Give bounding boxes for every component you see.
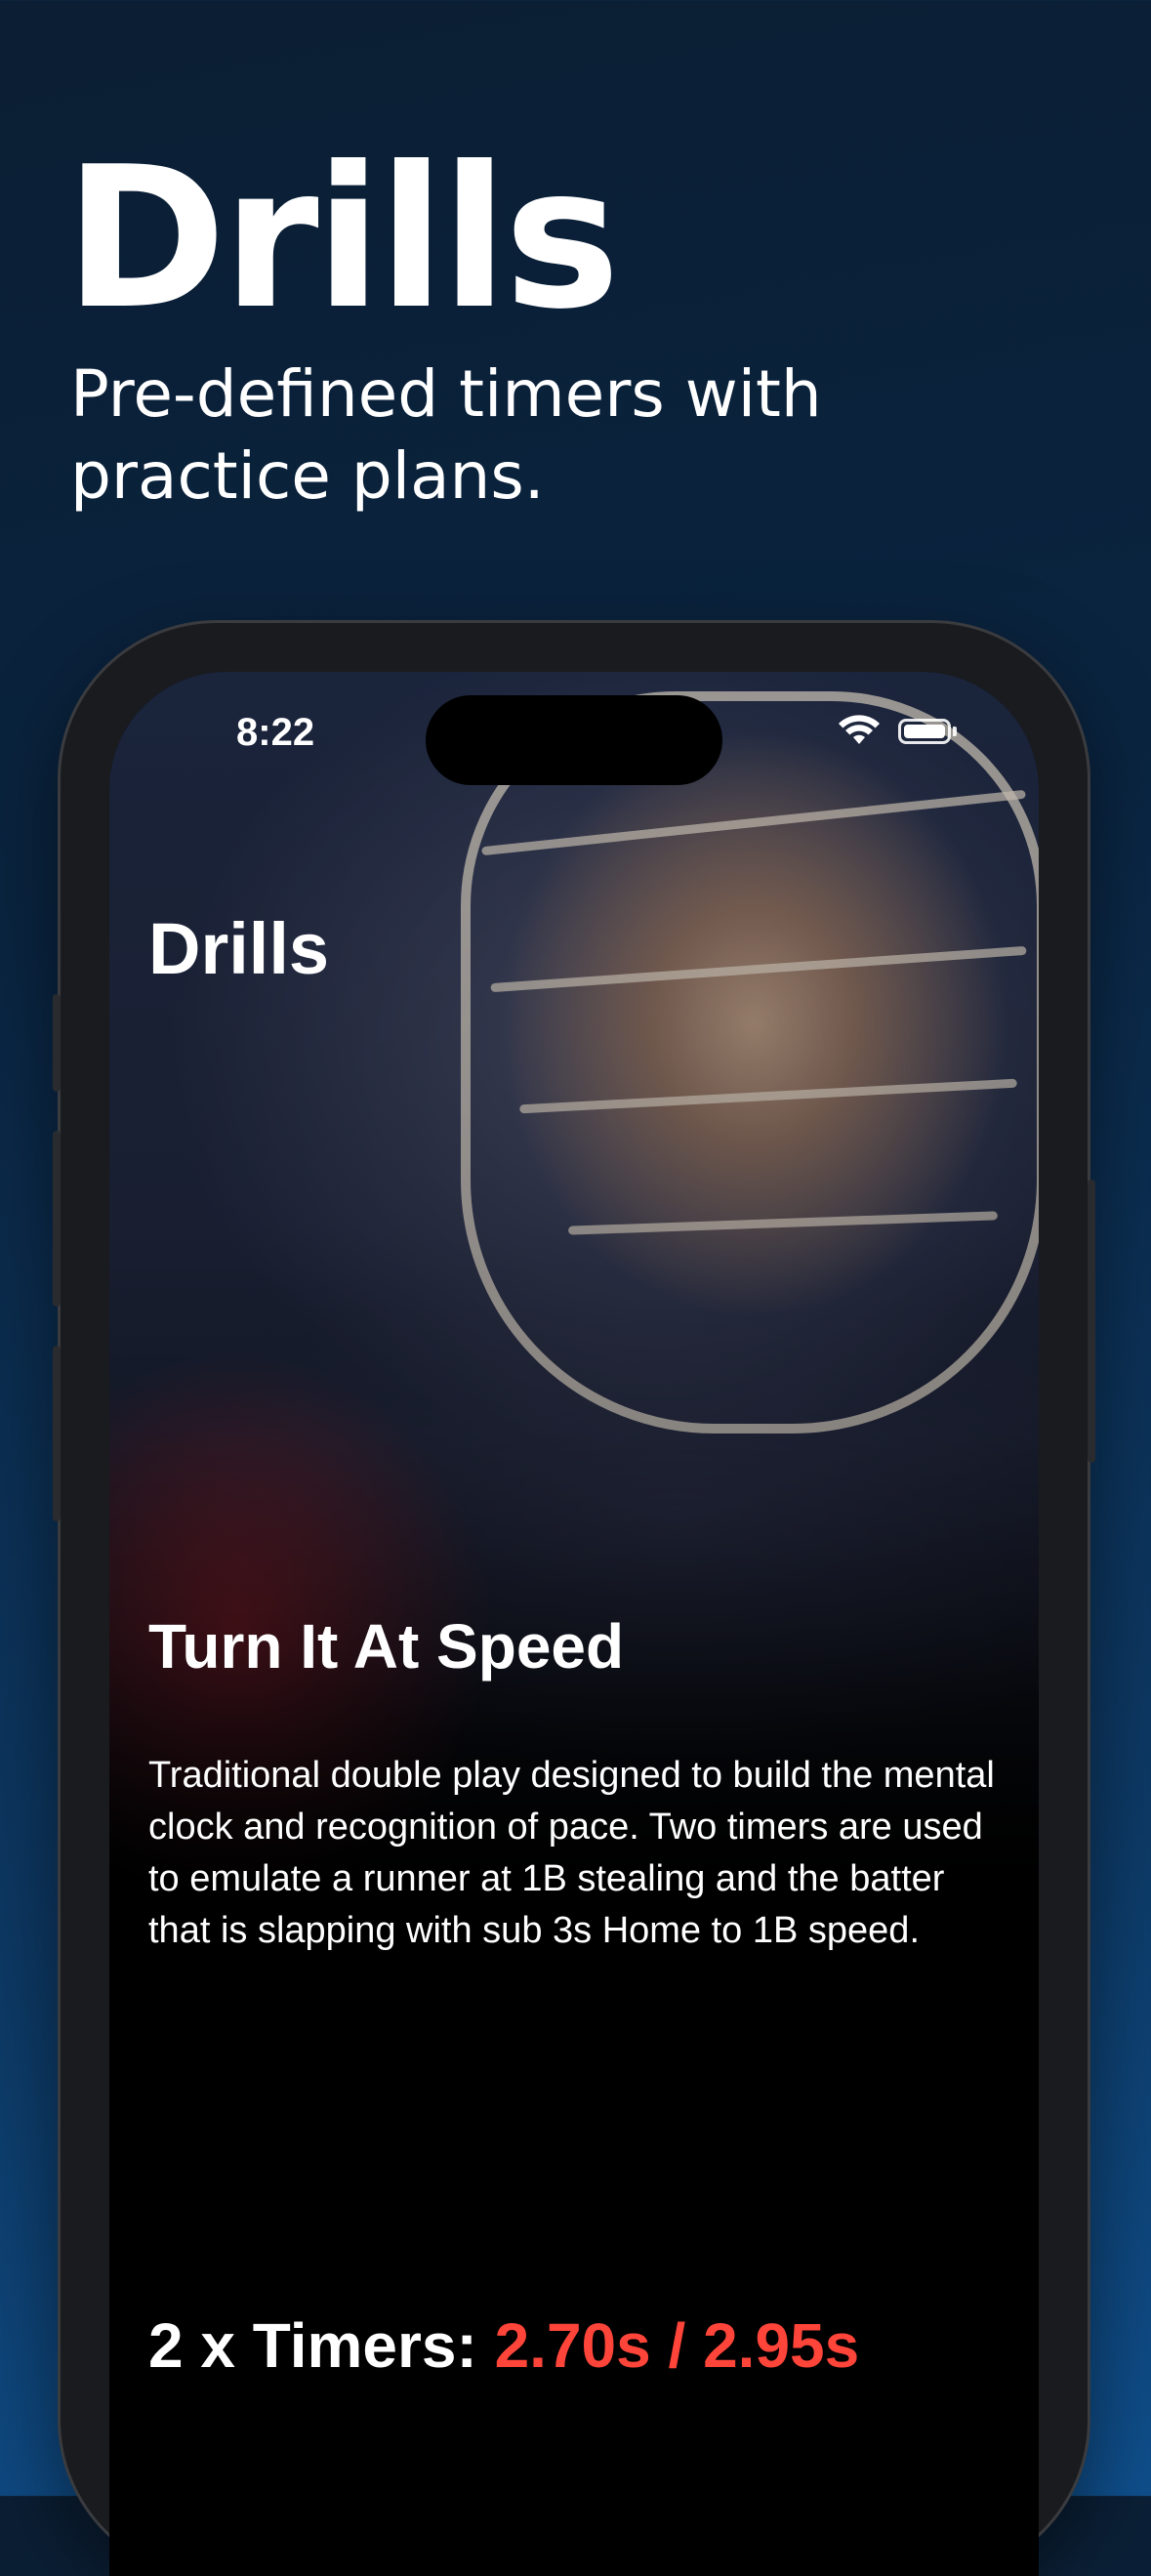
battery-nub (953, 727, 957, 736)
hero-title: Drills (64, 125, 620, 353)
volume-up-button (53, 1131, 61, 1307)
action-button (53, 994, 61, 1092)
status-time: 8:22 (236, 711, 315, 754)
volume-down-button (53, 1346, 61, 1521)
timers-label: 2 x Timers: (148, 2310, 477, 2381)
phone-screen: 8:22 Drills Turn It At Speed Traditional… (109, 672, 1039, 2576)
timers-line: 2 x Timers: 2.70s / 2.95s (148, 2308, 859, 2383)
screen-title: Drills (148, 908, 330, 989)
phone-mockup: 8:22 Drills Turn It At Speed Traditional… (53, 623, 1095, 2576)
drill-name: Turn It At Speed (148, 1611, 625, 1682)
timers-value: 2.70s / 2.95s (494, 2310, 860, 2381)
wifi-icon (839, 715, 880, 744)
power-button (1088, 1180, 1095, 1463)
dynamic-island (426, 695, 722, 785)
hero-subtitle: Pre-defined timers with practice plans. (70, 356, 822, 514)
battery-icon (898, 719, 951, 744)
drill-description: Traditional double play designed to buil… (148, 1755, 995, 1951)
